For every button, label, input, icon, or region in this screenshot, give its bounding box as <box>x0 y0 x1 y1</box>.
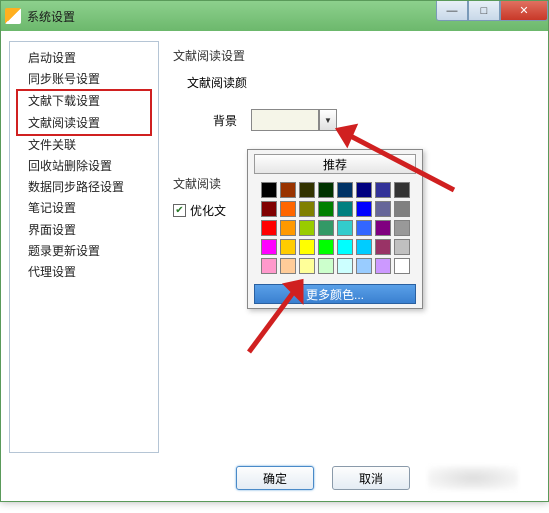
color-swatch[interactable] <box>261 201 277 217</box>
background-label: 背景 <box>213 112 237 129</box>
color-swatch[interactable] <box>318 239 334 255</box>
color-swatch[interactable] <box>318 182 334 198</box>
maximize-button[interactable]: □ <box>468 1 500 21</box>
sidebar-item[interactable]: 代理设置 <box>14 262 154 283</box>
ok-button[interactable]: 确定 <box>236 466 314 490</box>
reading-color-label: 文献阅读颜 <box>187 74 247 91</box>
sidebar-item[interactable]: 文献阅读设置 <box>18 113 150 134</box>
color-swatch[interactable] <box>337 258 353 274</box>
color-swatch[interactable] <box>261 182 277 198</box>
sidebar-item[interactable]: 笔记设置 <box>14 198 154 219</box>
color-swatch[interactable] <box>356 258 372 274</box>
sidebar-item[interactable]: 界面设置 <box>14 220 154 241</box>
color-swatch[interactable] <box>318 220 334 236</box>
color-subtitle-row: 文献阅读颜 <box>187 74 536 91</box>
color-swatch[interactable] <box>337 182 353 198</box>
color-swatch[interactable] <box>299 220 315 236</box>
color-swatch[interactable] <box>337 201 353 217</box>
section-reading: 文献阅读设置 <box>173 47 536 64</box>
sidebar-item[interactable]: 文献下载设置 <box>18 91 150 112</box>
optimize-label: 优化文 <box>190 202 226 219</box>
minimize-button[interactable]: — <box>436 1 468 21</box>
color-swatch[interactable] <box>394 258 410 274</box>
settings-dialog: 系统设置 — □ ✕ 启动设置同步账号设置文献下载设置文献阅读设置文件关联回收站… <box>0 0 549 502</box>
color-swatch[interactable] <box>394 201 410 217</box>
swatch-grid <box>248 178 422 280</box>
color-swatch[interactable] <box>261 258 277 274</box>
color-dropdown-button[interactable] <box>319 109 337 131</box>
color-swatch[interactable] <box>394 220 410 236</box>
color-swatch[interactable] <box>356 239 372 255</box>
sidebar-item[interactable]: 启动设置 <box>14 48 154 69</box>
settings-tree: 启动设置同步账号设置文献下载设置文献阅读设置文件关联回收站删除设置数据同步路径设… <box>9 41 159 453</box>
watermark-smudge <box>428 466 518 490</box>
color-swatch[interactable] <box>261 220 277 236</box>
optimize-checkbox[interactable]: ✔ <box>173 204 186 217</box>
color-swatch[interactable] <box>280 201 296 217</box>
color-swatch[interactable] <box>261 239 277 255</box>
titlebar: 系统设置 — □ ✕ <box>1 1 548 31</box>
dialog-buttons: 确定 取消 <box>1 461 548 495</box>
sidebar-item[interactable]: 题录更新设置 <box>14 241 154 262</box>
color-swatch[interactable] <box>375 182 391 198</box>
cancel-label: 取消 <box>359 470 383 487</box>
color-swatch[interactable] <box>356 201 372 217</box>
color-swatch[interactable] <box>280 239 296 255</box>
color-picker-popup: 推荐 更多颜色... <box>247 149 423 309</box>
color-swatch[interactable] <box>356 220 372 236</box>
color-swatch[interactable] <box>299 239 315 255</box>
background-color-swatch <box>251 109 319 131</box>
color-swatch[interactable] <box>280 220 296 236</box>
color-swatch[interactable] <box>375 201 391 217</box>
color-swatch[interactable] <box>394 182 410 198</box>
more-colors-button[interactable]: 更多颜色... <box>254 284 416 304</box>
color-swatch[interactable] <box>375 258 391 274</box>
recommend-label: 推荐 <box>323 156 347 173</box>
dialog-body: 启动设置同步账号设置文献下载设置文献阅读设置文件关联回收站删除设置数据同步路径设… <box>1 31 548 461</box>
color-swatch[interactable] <box>337 239 353 255</box>
window-controls: — □ ✕ <box>436 1 548 21</box>
sidebar-item[interactable]: 回收站删除设置 <box>14 156 154 177</box>
color-swatch[interactable] <box>280 182 296 198</box>
color-swatch[interactable] <box>299 182 315 198</box>
close-button[interactable]: ✕ <box>500 1 548 21</box>
color-swatch[interactable] <box>356 182 372 198</box>
ok-label: 确定 <box>263 470 287 487</box>
color-swatch[interactable] <box>375 220 391 236</box>
sidebar-item[interactable]: 数据同步路径设置 <box>14 177 154 198</box>
color-swatch[interactable] <box>375 239 391 255</box>
sidebar-item[interactable]: 同步账号设置 <box>14 69 154 90</box>
color-swatch[interactable] <box>299 258 315 274</box>
color-swatch[interactable] <box>318 201 334 217</box>
color-swatch[interactable] <box>280 258 296 274</box>
sidebar-highlight-box: 文献下载设置文献阅读设置 <box>16 89 152 135</box>
cancel-button[interactable]: 取消 <box>332 466 410 490</box>
color-swatch[interactable] <box>318 258 334 274</box>
color-swatch[interactable] <box>299 201 315 217</box>
color-swatch[interactable] <box>394 239 410 255</box>
window-title: 系统设置 <box>27 8 75 25</box>
more-colors-label: 更多颜色... <box>306 286 364 303</box>
sidebar-item[interactable]: 文件关联 <box>14 135 154 156</box>
app-icon <box>5 8 21 24</box>
recommend-button[interactable]: 推荐 <box>254 154 416 174</box>
color-swatch[interactable] <box>337 220 353 236</box>
